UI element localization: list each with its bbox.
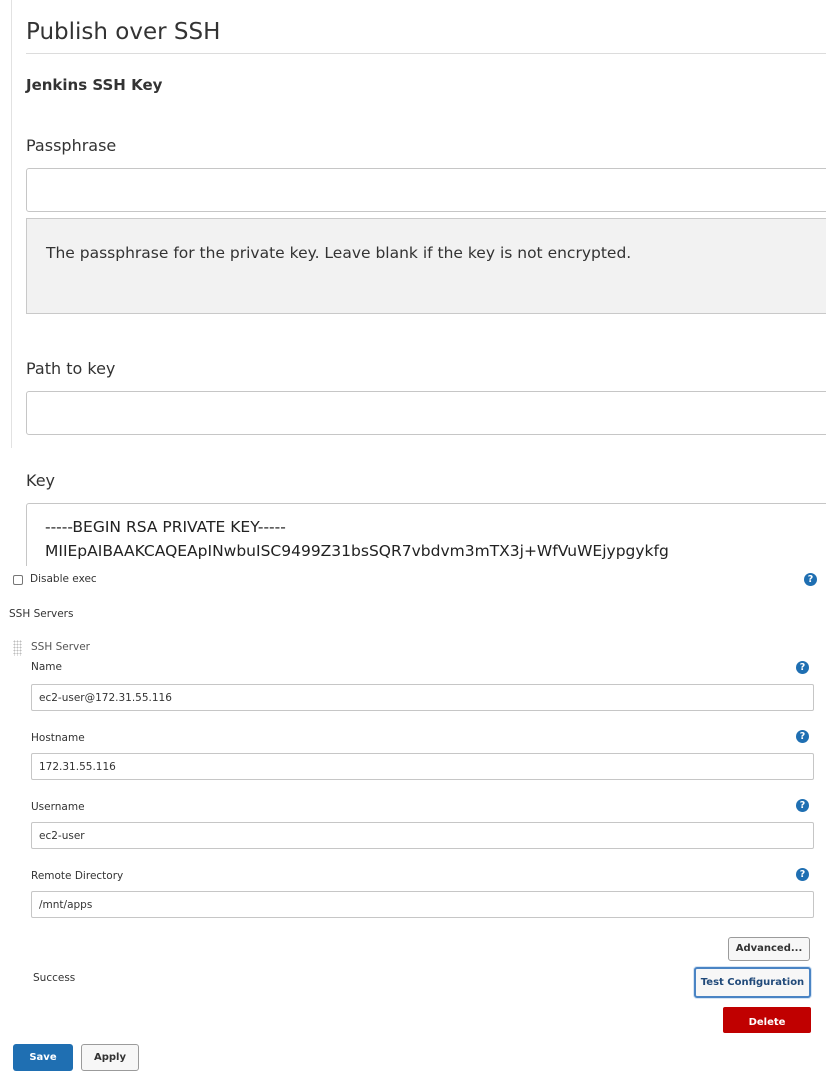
path-to-key-input[interactable] <box>26 391 826 435</box>
key-line-1: -----BEGIN RSA PRIVATE KEY----- <box>45 518 286 536</box>
save-button[interactable]: Save <box>13 1044 73 1071</box>
remote-directory-help-icon[interactable]: ? <box>796 868 809 881</box>
ssh-server-header: SSH Server <box>31 641 90 653</box>
remote-directory-input[interactable] <box>31 891 814 918</box>
section-title: Publish over SSH <box>26 19 221 45</box>
disable-exec-help-icon[interactable]: ? <box>804 573 817 586</box>
jenkins-ssh-key-panel: Publish over SSH Jenkins SSH Key Passphr… <box>0 0 826 566</box>
passphrase-help-text: The passphrase for the private key. Leav… <box>46 244 632 262</box>
remote-directory-label: Remote Directory <box>31 870 124 882</box>
username-label: Username <box>31 801 85 813</box>
key-label: Key <box>26 471 56 490</box>
path-to-key-label: Path to key <box>26 359 116 378</box>
name-label: Name <box>31 661 62 673</box>
section-title-divider <box>26 53 826 54</box>
ssh-servers-label: SSH Servers <box>9 608 74 620</box>
passphrase-input[interactable] <box>26 168 826 212</box>
section-left-rule <box>11 0 12 448</box>
jenkins-ssh-key-heading: Jenkins SSH Key <box>26 76 163 94</box>
username-help-icon[interactable]: ? <box>796 799 809 812</box>
disable-exec-label: Disable exec <box>30 573 97 585</box>
name-help-icon[interactable]: ? <box>796 661 809 674</box>
apply-button[interactable]: Apply <box>81 1044 139 1071</box>
hostname-label: Hostname <box>31 732 85 744</box>
delete-server-button[interactable]: Delete <box>723 1007 811 1033</box>
name-input[interactable] <box>31 684 814 711</box>
username-input[interactable] <box>31 822 814 849</box>
disable-exec-checkbox[interactable] <box>13 575 23 585</box>
hostname-help-icon[interactable]: ? <box>796 730 809 743</box>
test-configuration-button[interactable]: Test Configuration <box>694 967 811 998</box>
advanced-button[interactable]: Advanced... <box>728 937 810 961</box>
hostname-input[interactable] <box>31 753 814 780</box>
key-textarea[interactable]: -----BEGIN RSA PRIVATE KEY----- MIIEpAIB… <box>26 503 826 566</box>
test-status-text: Success <box>33 972 76 984</box>
drag-handle-icon[interactable] <box>13 640 22 656</box>
ssh-servers-panel: Disable exec ? SSH Servers SSH Server Na… <box>0 566 826 1074</box>
key-line-2: MIIEpAIBAAKCAQEApINwbuISC9499Z31bsSQR7vb… <box>45 542 669 560</box>
passphrase-label: Passphrase <box>26 136 117 155</box>
passphrase-help-box: The passphrase for the private key. Leav… <box>26 218 826 314</box>
